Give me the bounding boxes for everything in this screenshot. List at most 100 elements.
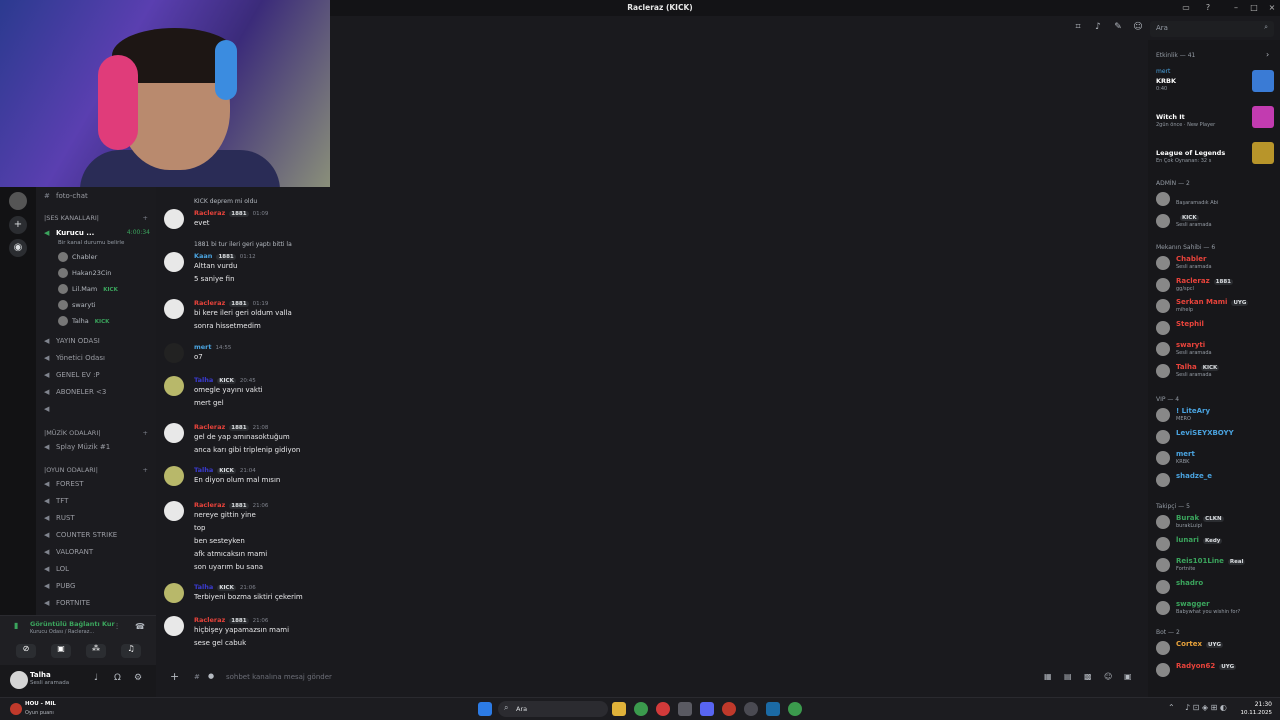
member-item[interactable]: shadro [1156, 577, 1276, 597]
author-name[interactable]: Racleraz [194, 299, 225, 307]
category-ses[interactable]: |SES KANALLARI| + [44, 212, 156, 224]
app-icon[interactable] [678, 702, 692, 716]
windows-start-icon[interactable] [478, 702, 492, 716]
game-channel[interactable]: ◀ TFT [44, 494, 156, 508]
apps-icon[interactable]: ▣ [1124, 672, 1132, 681]
game-channel[interactable]: ◀ RUST [44, 511, 156, 525]
author-name[interactable]: Talha [194, 376, 213, 384]
avatar[interactable] [164, 343, 184, 363]
opera-icon[interactable] [656, 702, 670, 716]
message-author[interactable]: Racleraz 1881 01:19 [194, 299, 268, 307]
member-item[interactable]: Stephil [1156, 318, 1276, 338]
author-name[interactable]: Talha [194, 466, 213, 474]
minimize-icon[interactable]: – [1230, 3, 1242, 13]
avatar[interactable] [164, 583, 184, 603]
maximize-icon[interactable]: □ [1248, 3, 1260, 13]
author-name[interactable]: Racleraz [194, 501, 225, 509]
author-name[interactable]: mert [194, 343, 212, 351]
member-item[interactable]: swaryti Sesli aramada [1156, 339, 1276, 359]
avatar[interactable] [164, 616, 184, 636]
voice-user[interactable]: Hakan23Cin [58, 266, 156, 280]
voice-channel[interactable]: ◀ [44, 402, 156, 416]
chrome-icon[interactable] [634, 702, 648, 716]
voice-channel[interactable]: ◀ YAYIN ODASI [44, 334, 156, 348]
member-item[interactable]: lunari Kedy [1156, 534, 1276, 554]
message-author[interactable]: Racleraz 1881 21:08 [194, 423, 268, 431]
activities-button[interactable]: ⁂ [86, 644, 106, 658]
search-input[interactable]: Ara ⌕ [1150, 21, 1274, 37]
bell-icon[interactable]: ♪ [1092, 22, 1104, 34]
active-voice-channel[interactable]: ◀ Kurucu ... 4:00:34 [44, 226, 156, 240]
server-icon[interactable] [9, 192, 27, 210]
member-item[interactable]: Radyon62 UYG [1156, 660, 1276, 680]
game-channel[interactable]: ◀ FORTNITE [44, 596, 156, 610]
game-channel[interactable]: ◀ LOL [44, 562, 156, 576]
chrome-2-icon[interactable] [788, 702, 802, 716]
gif-icon[interactable]: ▤ [1064, 672, 1072, 681]
chevron-right-icon[interactable]: › [1266, 50, 1269, 59]
soundboard-button[interactable]: ♫ [121, 644, 141, 658]
sticker-icon[interactable]: ▩ [1084, 672, 1092, 681]
message-author[interactable]: Kaan 1881 01:12 [194, 252, 256, 260]
member-item[interactable]: Cortex UYG [1156, 638, 1276, 658]
voice-channel[interactable]: ◀ ABONELER <3 [44, 385, 156, 399]
member-item[interactable]: shadze_e [1156, 470, 1276, 490]
members-icon[interactable]: ☺ [1132, 22, 1144, 34]
voice-user[interactable]: Lil.Mam KICK [58, 282, 156, 296]
author-name[interactable]: Racleraz [194, 616, 225, 624]
composer-placeholder[interactable]: sohbet kanalına mesaj gönder [226, 673, 332, 681]
game-channel[interactable]: ◀ COUNTER STRIKE [44, 528, 156, 542]
headphone-icon[interactable]: Ω [114, 673, 121, 683]
channel-foto-chat[interactable]: # foto-chat [44, 189, 156, 203]
weather-icon[interactable] [10, 703, 22, 715]
app-red-icon[interactable] [722, 702, 736, 716]
avatar[interactable] [10, 671, 28, 689]
activity-card[interactable]: Witch It 2gün önce · New Player [1154, 104, 1278, 136]
add-channel-icon[interactable]: + [143, 464, 148, 476]
tray-chevron-icon[interactable]: ⌃ [1168, 703, 1175, 712]
member-item[interactable]: Talha KICK Sesli aramada [1156, 361, 1276, 381]
reply-preview[interactable]: 1881 bi tur ileri geri yaptı bitti la [194, 241, 292, 248]
game-channel[interactable]: ◀ FOREST [44, 477, 156, 491]
avatar[interactable] [164, 299, 184, 319]
member-item[interactable]: Racleraz 1881 gg/spcl [1156, 275, 1276, 295]
settings-gear-icon[interactable]: ⚙ [134, 673, 142, 683]
reply-preview[interactable]: KICK deprem mi oldu [194, 198, 257, 205]
add-server-icon[interactable]: + [9, 216, 27, 234]
steam-icon[interactable] [766, 702, 780, 716]
voice-user[interactable]: Talha KICK [58, 314, 156, 328]
camera-button[interactable]: ⊘ [16, 644, 36, 658]
avatar[interactable] [164, 501, 184, 521]
member-item[interactable]: Reis101Line Real Fortnite [1156, 555, 1276, 575]
member-item[interactable]: Chabler Sesli aramada [1156, 253, 1276, 273]
member-item[interactable]: Başaramadık Abi [1156, 189, 1276, 209]
microphone-icon[interactable]: ♩ [94, 673, 98, 683]
voice-channel[interactable]: ◀ GENEL EV :P [44, 368, 156, 382]
avatar[interactable] [164, 252, 184, 272]
message-author[interactable]: Talha KICK 21:04 [194, 466, 256, 474]
activity-card[interactable]: League of Legends En Çok Oynanan: 32 s [1154, 140, 1278, 172]
gift-icon[interactable]: ▦ [1044, 672, 1052, 681]
music-channel[interactable]: ◀ Splay Müzik #1 [44, 440, 156, 454]
member-item[interactable]: LeviSEYXBOYY [1156, 427, 1276, 447]
message-composer[interactable]: + # ● sohbet kanalına mesaj gönder ▦ ▤ ▩… [160, 667, 1140, 689]
discord-icon[interactable] [700, 702, 714, 716]
member-item[interactable]: Serkan Mami UYG mihelp [1156, 296, 1276, 316]
voice-channel[interactable]: ◀ Yönetici Odası [44, 351, 156, 365]
add-channel-icon[interactable]: + [143, 427, 148, 439]
threads-icon[interactable]: ⌗ [1072, 22, 1084, 34]
avatar[interactable] [164, 423, 184, 443]
author-name[interactable]: Kaan [194, 252, 212, 260]
clock-date[interactable]: 10.11.2025 [1236, 710, 1273, 716]
screenshare-button[interactable]: ▣ [51, 644, 71, 658]
message-author[interactable]: Talha KICK 20:45 [194, 376, 256, 384]
author-name[interactable]: Racleraz [194, 423, 225, 431]
noise-icon[interactable]: ⫶ [116, 622, 118, 632]
discover-icon[interactable]: ◉ [9, 239, 27, 257]
message-author[interactable]: Racleraz 1881 21:06 [194, 616, 268, 624]
member-item[interactable]: swagger Babywhat you wishin for? [1156, 598, 1276, 618]
emoji-icon[interactable]: ☺ [1104, 672, 1112, 681]
inbox-icon[interactable]: ▭ [1180, 3, 1192, 13]
add-attachment-icon[interactable]: + [170, 670, 179, 683]
obs-icon[interactable] [744, 702, 758, 716]
